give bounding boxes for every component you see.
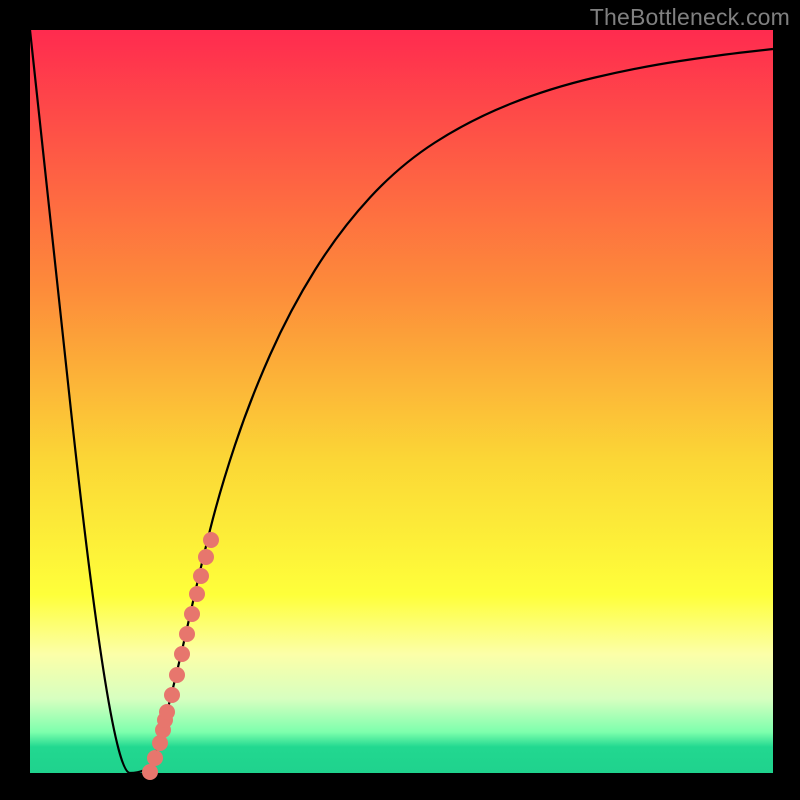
marker-dot — [198, 549, 214, 565]
marker-dot — [203, 532, 219, 548]
bottleneck-chart: TheBottleneck.com — [0, 0, 800, 800]
chart-canvas — [0, 0, 800, 800]
marker-dot — [174, 646, 190, 662]
watermark-text: TheBottleneck.com — [590, 4, 790, 31]
marker-dot — [142, 764, 158, 780]
marker-dot — [169, 667, 185, 683]
marker-dot — [179, 626, 195, 642]
plot-background — [30, 30, 773, 773]
marker-dot — [193, 568, 209, 584]
marker-dot — [164, 687, 180, 703]
marker-dot — [147, 750, 163, 766]
marker-dot — [184, 606, 200, 622]
marker-dot — [189, 586, 205, 602]
marker-dot — [159, 704, 175, 720]
